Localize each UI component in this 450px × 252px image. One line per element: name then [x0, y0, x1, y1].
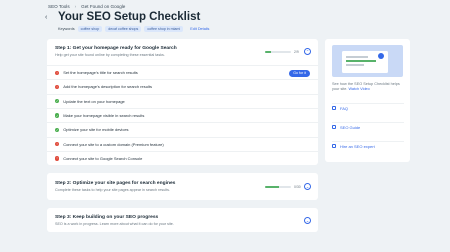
step3-title: Step 3: Keep building on your SEO progre…	[55, 215, 159, 220]
task-item[interactable]: ! Add the homepage's description for sea…	[47, 79, 318, 93]
task-item[interactable]: ✓ Update the text on your homepage	[47, 93, 318, 108]
guide-icon	[332, 125, 336, 129]
task-label: Connect your site to Google Search Conso…	[63, 155, 143, 161]
task-item[interactable]: ! Connect your site to a custom domain (…	[47, 136, 318, 151]
sidebar-card: See how the SEO Setup Checklist helps yo…	[325, 39, 410, 162]
faq-icon	[332, 106, 336, 110]
task-label: Make your homepage visible in search res…	[63, 113, 145, 119]
collapse-chevron-icon[interactable]: ⌃	[304, 48, 311, 55]
progress-text: 2/9	[294, 50, 299, 54]
breadcrumb-root[interactable]: SEO Tools	[48, 4, 70, 9]
breadcrumb-separator-icon: ›	[74, 4, 77, 9]
keyword-tag: coffee shop in miami	[144, 26, 184, 32]
progress-fill	[265, 185, 280, 189]
seo-guide-link[interactable]: SEO Guide	[332, 122, 404, 131]
task-item[interactable]: ! Connect your site to Google Search Con…	[47, 150, 318, 165]
keyword-tag: coffee shop	[77, 26, 103, 32]
step1-title: Step 1: Get your homepage ready for Goog…	[55, 46, 177, 51]
hire-expert-label: Hire an SEO expert	[340, 143, 375, 149]
step2-card[interactable]: Step 2: Optimize your site pages for sea…	[47, 173, 318, 200]
breadcrumb: SEO Tools › Get Found on Google	[48, 4, 125, 9]
seo-guide-label: SEO Guide	[340, 124, 361, 130]
step2-progress: 0/30	[265, 185, 301, 189]
edit-details-link[interactable]: Edit Details	[190, 27, 209, 31]
progress-text: 0/30	[294, 185, 301, 189]
go-for-it-button[interactable]: Go for it	[289, 69, 310, 77]
progress-bar	[265, 185, 291, 189]
check-status-icon: ✓	[55, 99, 60, 104]
task-label: Update the text on your homepage	[63, 98, 125, 104]
checklist-illustration	[332, 45, 403, 77]
keywords-label: Keywords	[58, 27, 75, 31]
progress-bar	[265, 50, 291, 54]
keywords-row: Keywords coffee shop decaf coffee shops …	[58, 26, 209, 32]
keyword-tag: decaf coffee shops	[105, 26, 142, 32]
watch-video-link[interactable]: Watch Video	[348, 87, 369, 91]
faq-link[interactable]: FAQ	[332, 103, 404, 112]
progress-fill	[265, 50, 271, 54]
check-status-icon: ✓	[55, 127, 60, 132]
error-status-icon: !	[55, 84, 60, 90]
error-status-icon: !	[55, 156, 60, 161]
expand-chevron-icon[interactable]: ⌄	[304, 183, 311, 190]
task-label: Connect your site to a custom domain (Pr…	[63, 141, 164, 147]
back-arrow-icon[interactable]: ‹	[45, 14, 47, 21]
step1-progress: 2/9	[265, 50, 299, 54]
step2-subtitle: Complete these tasks to help your site p…	[55, 187, 170, 192]
sidebar-description: See how the SEO Setup Checklist helps yo…	[332, 82, 404, 92]
page-title: Your SEO Setup Checklist	[58, 11, 201, 23]
step1-subtitle: Help get your site found online by compl…	[55, 52, 165, 57]
task-label: Set the homepage's title for search resu…	[63, 70, 138, 76]
task-item[interactable]: ✓ Make your homepage visible in search r…	[47, 107, 318, 122]
task-label: Optimize your site for mobile devices	[63, 127, 129, 133]
step3-card[interactable]: Step 3: Keep building on your SEO progre…	[47, 208, 318, 232]
expert-icon	[332, 144, 336, 148]
task-item[interactable]: ✓ Optimize your site for mobile devices	[47, 122, 318, 136]
task-label: Add the homepage's description for searc…	[63, 84, 152, 90]
error-status-icon: !	[55, 142, 60, 147]
check-status-icon: ✓	[55, 113, 60, 118]
step2-title: Step 2: Optimize your site pages for sea…	[55, 181, 176, 186]
task-item[interactable]: ! Set the homepage's title for search re…	[47, 65, 318, 79]
hire-expert-link[interactable]: Hire an SEO expert	[332, 141, 404, 150]
faq-label: FAQ	[340, 105, 349, 111]
expand-chevron-icon[interactable]: ⌄	[304, 216, 311, 224]
error-status-icon: !	[55, 70, 60, 75]
step3-subtitle: SEO is a work in progress. Learn more ab…	[55, 221, 174, 226]
step1-card: Step 1: Get your homepage ready for Goog…	[47, 39, 318, 165]
breadcrumb-current: Get Found on Google	[81, 4, 126, 9]
